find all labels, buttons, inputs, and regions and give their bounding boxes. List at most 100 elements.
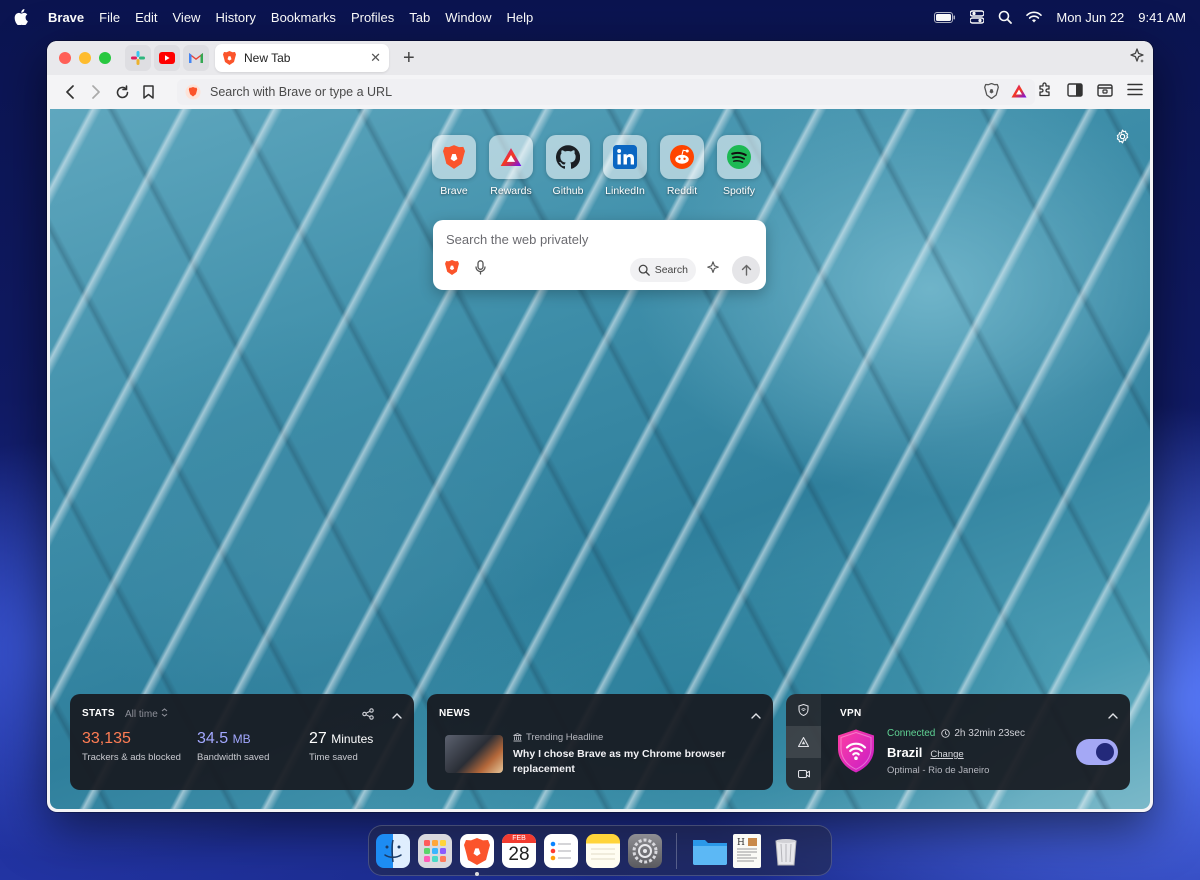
menubar-time[interactable]: 9:41 AM [1138,10,1186,25]
reminders-icon[interactable] [544,833,578,868]
clock-icon [941,729,951,738]
pinned-tab-youtube[interactable] [154,45,180,71]
notes-icon[interactable] [586,833,620,868]
top-sites: Brave Rewards Github LinkedIn Reddit Spo… [432,135,761,197]
bookmark-button[interactable] [135,79,161,105]
top-site-brave[interactable]: Brave [432,135,476,197]
dock-separator [676,832,677,869]
vpn-duration: 2h 32min 23sec [941,728,1025,739]
bandwidth-label: Bandwidth saved [197,752,270,763]
top-site-reddit[interactable]: Reddit [660,135,704,197]
rail-vpn-shield-icon[interactable] [786,694,821,726]
minimize-window-button[interactable] [79,52,91,64]
microphone-icon[interactable] [475,260,486,280]
calendar-icon[interactable]: FEB 28 [502,833,536,868]
ntp-settings-gear-icon[interactable] [1115,129,1130,149]
widget-switcher-rail [786,694,821,790]
tab-title: New Tab [244,51,291,65]
running-indicator [475,871,479,876]
ntp-search-placeholder: Search the web privately [446,232,589,247]
bandwidth-unit: MB [232,732,251,746]
rewards-triangle-icon [500,148,522,166]
ntp-search-submit-button[interactable] [732,256,760,284]
top-site-rewards[interactable]: Rewards [489,135,533,197]
top-site-tile [717,135,761,179]
hamburger-menu-icon[interactable] [1127,83,1143,101]
ntp-search-box[interactable]: Search the web privately Search [433,220,766,290]
launchpad-icon[interactable] [418,833,452,868]
wifi-icon[interactable] [1026,11,1043,23]
pinned-tab-gmail[interactable] [183,45,209,71]
vpn-toggle[interactable] [1076,739,1118,765]
back-button[interactable] [57,79,83,105]
system-settings-icon[interactable] [628,833,662,868]
brave-rewards-icon[interactable] [1011,84,1027,101]
menubar-date[interactable]: Mon Jun 22 [1056,10,1124,25]
menu-edit[interactable]: Edit [135,10,157,25]
apple-menu-icon[interactable] [14,9,32,25]
rail-rewards-icon[interactable] [786,726,821,758]
vpn-location-row: Brazil Change [887,745,964,760]
document-icon[interactable]: H [733,833,761,868]
stats-range-select[interactable]: All time [125,708,168,720]
menu-window[interactable]: Window [445,10,491,25]
ntp-search-button[interactable]: Search [629,258,696,282]
battery-icon[interactable] [934,11,956,23]
folder-icon[interactable] [691,834,727,868]
menu-app-name[interactable]: Brave [48,10,84,25]
menu-profiles[interactable]: Profiles [351,10,394,25]
leo-ai-icon[interactable] [1129,47,1145,69]
forward-button[interactable] [83,79,109,105]
time-saved-unit: Minutes [331,732,374,746]
menu-file[interactable]: File [99,10,120,25]
tab-new-tab[interactable]: New Tab ✕ [215,44,389,72]
top-site-spotify[interactable]: Spotify [717,135,761,197]
sidebar-toggle-icon[interactable] [1067,82,1083,102]
top-site-label: Spotify [722,185,756,197]
spotlight-search-icon[interactable] [998,10,1013,24]
top-site-linkedin[interactable]: LinkedIn [603,135,647,197]
calendar-day: 28 [508,843,530,865]
menu-tab[interactable]: Tab [409,10,430,25]
brave-shields-icon[interactable] [984,82,999,102]
brave-search-icon [185,84,201,100]
control-center-icon[interactable] [970,10,985,24]
brave-icon[interactable] [460,833,494,876]
address-bar[interactable]: Search with Brave or type a URL [177,79,1035,105]
menu-view[interactable]: View [173,10,201,25]
window-controls [59,52,111,64]
extensions-puzzle-icon[interactable] [1037,81,1053,103]
top-site-tile [546,135,590,179]
trash-icon[interactable] [769,834,803,868]
reload-button[interactable] [109,79,135,105]
collapse-vpn-chevron-icon[interactable] [1108,706,1118,724]
news-thumbnail[interactable] [445,735,503,773]
brave-lion-icon [223,51,236,65]
menu-bar: Brave File Edit View History Bookmarks P… [0,0,1200,34]
news-headline-link[interactable]: Why I chose Brave as my Chrome browser r… [513,747,753,777]
finder-icon[interactable] [376,833,410,868]
brave-lion-icon [443,145,465,169]
collapse-stats-chevron-icon[interactable] [392,706,402,724]
news-widget[interactable]: NEWS Trending Headline Why I chose Brave… [427,694,773,790]
new-tab-button[interactable]: + [403,48,415,68]
wallet-icon[interactable] [1097,83,1113,102]
zoom-window-button[interactable] [99,52,111,64]
chevron-right-icon [92,85,100,99]
stats-range-label: All time [125,709,158,720]
rail-talk-video-icon[interactable] [786,758,821,790]
close-window-button[interactable] [59,52,71,64]
top-site-github[interactable]: Github [546,135,590,197]
collapse-news-chevron-icon[interactable] [751,706,761,724]
vpn-change-location-link[interactable]: Change [930,749,963,760]
brave-search-engine-icon[interactable] [445,260,459,280]
menu-help[interactable]: Help [507,10,534,25]
toolbar-actions [1037,81,1143,103]
close-tab-icon[interactable]: ✕ [370,50,381,66]
leo-sparkle-icon[interactable] [706,260,720,280]
share-icon[interactable] [362,707,374,725]
menu-bookmarks[interactable]: Bookmarks [271,10,336,25]
pinned-tab-slack[interactable] [125,45,151,71]
time-saved-value-row: 27 Minutes [309,729,373,749]
menu-history[interactable]: History [215,10,255,25]
